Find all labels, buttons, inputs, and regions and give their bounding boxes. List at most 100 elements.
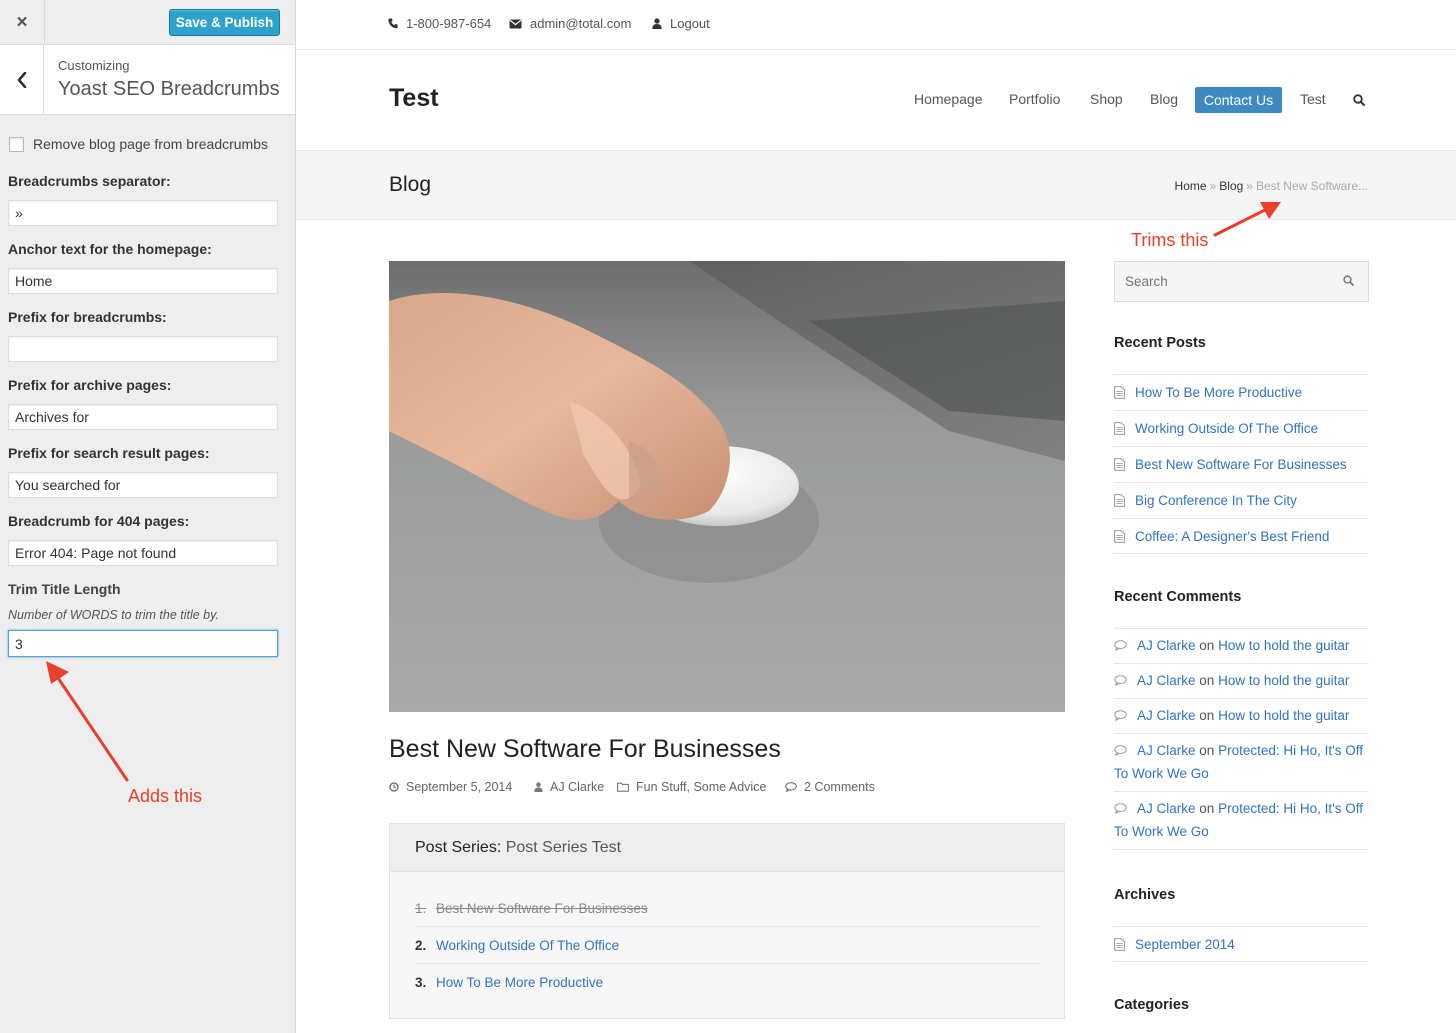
comment-on-text: on <box>1199 801 1215 816</box>
phone-text: 1-800-987-654 <box>406 16 492 31</box>
recent-post-link[interactable]: Coffee: A Designer's Best Friend <box>1135 529 1329 544</box>
prefix-label: Prefix for breadcrumbs: <box>8 309 167 325</box>
series-item[interactable]: 3. How To Be More Productive <box>415 964 1041 1001</box>
separator-input[interactable] <box>8 200 278 226</box>
close-icon[interactable]: × <box>0 0 45 45</box>
post-author-text[interactable]: AJ Clarke <box>550 780 604 794</box>
404-input[interactable] <box>8 540 278 566</box>
nav-homepage[interactable]: Homepage <box>914 91 983 107</box>
back-button[interactable] <box>0 45 44 114</box>
comment-on-text: on <box>1199 673 1215 688</box>
list-item[interactable]: Big Conference In The City <box>1114 482 1369 518</box>
recent-post-link[interactable]: Working Outside Of The Office <box>1135 421 1318 436</box>
series-item-title: Best New Software For Businesses <box>436 900 648 916</box>
search-icon[interactable] <box>1343 275 1354 286</box>
categories-title: Categories <box>1114 997 1189 1013</box>
series-item[interactable]: 2. Working Outside Of The Office <box>415 927 1041 964</box>
comment-author-link[interactable]: AJ Clarke <box>1137 743 1196 758</box>
prefix-input[interactable] <box>8 336 278 362</box>
customizing-label: Customizing <box>58 58 130 73</box>
nav-portfolio[interactable]: Portfolio <box>1009 91 1060 107</box>
breadcrumb-current: Best New Software... <box>1255 179 1368 193</box>
recent-comments-list: AJ Clarke on How to hold the guitar AJ C… <box>1114 628 1369 850</box>
comment-icon <box>785 782 797 792</box>
post-title[interactable]: Best New Software For Businesses <box>389 735 781 764</box>
search-icon[interactable] <box>1353 94 1365 106</box>
list-item: AJ Clarke on Protected: Hi Ho, It's Off … <box>1114 791 1369 850</box>
comment-author-link[interactable]: AJ Clarke <box>1137 638 1196 653</box>
post-series-heading: Post Series: Post Series Test <box>390 824 1064 872</box>
post-comments-text[interactable]: 2 Comments <box>804 780 875 794</box>
archive-prefix-input[interactable] <box>8 404 278 430</box>
separator-label: Breadcrumbs separator: <box>8 173 171 189</box>
site-header: Test Homepage Portfolio Shop Blog Contac… <box>296 50 1456 151</box>
breadcrumb-home[interactable]: Home <box>1175 179 1207 193</box>
post-categories[interactable]: Fun Stuff, Some Advice <box>617 780 766 794</box>
folder-icon <box>617 782 629 792</box>
search-prefix-label: Prefix for search result pages: <box>8 445 210 461</box>
phone-icon <box>388 18 398 29</box>
breadcrumb: Home» Blog» Best New Software... <box>1175 179 1368 193</box>
recent-post-link[interactable]: How To Be More Productive <box>1135 385 1302 400</box>
document-icon <box>1114 386 1125 399</box>
nav-blog[interactable]: Blog <box>1150 91 1178 107</box>
nav-shop[interactable]: Shop <box>1090 91 1123 107</box>
nav-contact-us[interactable]: Contact Us <box>1195 87 1282 113</box>
list-item: AJ Clarke on How to hold the guitar <box>1114 698 1369 733</box>
trim-title-label: Trim Title Length <box>8 581 121 597</box>
trim-title-input[interactable] <box>8 630 278 657</box>
series-item-link[interactable]: How To Be More Productive <box>436 975 603 990</box>
comment-author-link[interactable]: AJ Clarke <box>1137 708 1196 723</box>
logout-text[interactable]: Logout <box>670 16 710 31</box>
series-item-current: 1. Best New Software For Businesses <box>415 890 1041 927</box>
comment-author-link[interactable]: AJ Clarke <box>1137 801 1196 816</box>
list-item[interactable]: How To Be More Productive <box>1114 374 1369 410</box>
comment-post-link[interactable]: How to hold the guitar <box>1218 638 1349 653</box>
recent-post-link[interactable]: Best New Software For Businesses <box>1135 457 1347 472</box>
envelope-icon <box>509 19 522 28</box>
series-item-link[interactable]: Working Outside Of The Office <box>436 938 619 953</box>
comment-author-link[interactable]: AJ Clarke <box>1137 673 1196 688</box>
trim-title-description: Number of WORDS to trim the title by. <box>8 608 219 622</box>
nav-test[interactable]: Test <box>1300 91 1326 107</box>
logout-item[interactable]: Logout <box>652 16 710 31</box>
comment-post-link[interactable]: How to hold the guitar <box>1218 673 1349 688</box>
search-prefix-input[interactable] <box>8 472 278 498</box>
404-label: Breadcrumb for 404 pages: <box>8 513 190 529</box>
breadcrumb-separator: » <box>1246 179 1253 193</box>
save-publish-button[interactable]: Save & Publish <box>169 9 280 36</box>
search-input[interactable] <box>1115 262 1335 301</box>
archive-link[interactable]: September 2014 <box>1135 937 1235 952</box>
post-comments[interactable]: 2 Comments <box>785 780 875 794</box>
home-anchor-input[interactable] <box>8 268 278 294</box>
list-item[interactable]: Coffee: A Designer's Best Friend <box>1114 518 1369 554</box>
phone-item: 1-800-987-654 <box>388 16 491 31</box>
breadcrumb-blog[interactable]: Blog <box>1219 179 1243 193</box>
list-item[interactable]: September 2014 <box>1114 926 1369 962</box>
comment-icon <box>1114 640 1127 651</box>
customizer-topbar: × Save & Publish <box>0 0 295 45</box>
comment-icon <box>1114 803 1127 814</box>
site-preview: 1-800-987-654 admin@total.com Logout Tes… <box>296 0 1456 1033</box>
customizer-panel: × Save & Publish Customizing Yoast SEO B… <box>0 0 296 1033</box>
post-series-label: Post Series: <box>415 839 502 856</box>
page-title: Blog <box>389 173 432 196</box>
featured-image[interactable] <box>389 261 1065 712</box>
remove-blog-checkbox[interactable] <box>9 137 24 152</box>
list-item: AJ Clarke on How to hold the guitar <box>1114 663 1369 698</box>
comment-on-text: on <box>1199 708 1215 723</box>
site-logo[interactable]: Test <box>389 84 439 113</box>
remove-blog-label: Remove blog page from breadcrumbs <box>33 136 269 152</box>
list-item[interactable]: Working Outside Of The Office <box>1114 410 1369 446</box>
trims-this-annotation: Trims this <box>1131 230 1209 250</box>
list-item[interactable]: Best New Software For Businesses <box>1114 446 1369 482</box>
post-categories-text[interactable]: Fun Stuff, Some Advice <box>636 780 766 794</box>
post-author[interactable]: AJ Clarke <box>534 780 604 794</box>
adds-this-annotation: Adds this <box>128 786 203 806</box>
recent-post-link[interactable]: Big Conference In The City <box>1135 493 1297 508</box>
comment-post-link[interactable]: How to hold the guitar <box>1218 708 1349 723</box>
adds-arrow <box>46 661 129 782</box>
email-item[interactable]: admin@total.com <box>509 16 631 31</box>
email-text[interactable]: admin@total.com <box>530 16 631 31</box>
archives-title: Archives <box>1114 887 1176 903</box>
